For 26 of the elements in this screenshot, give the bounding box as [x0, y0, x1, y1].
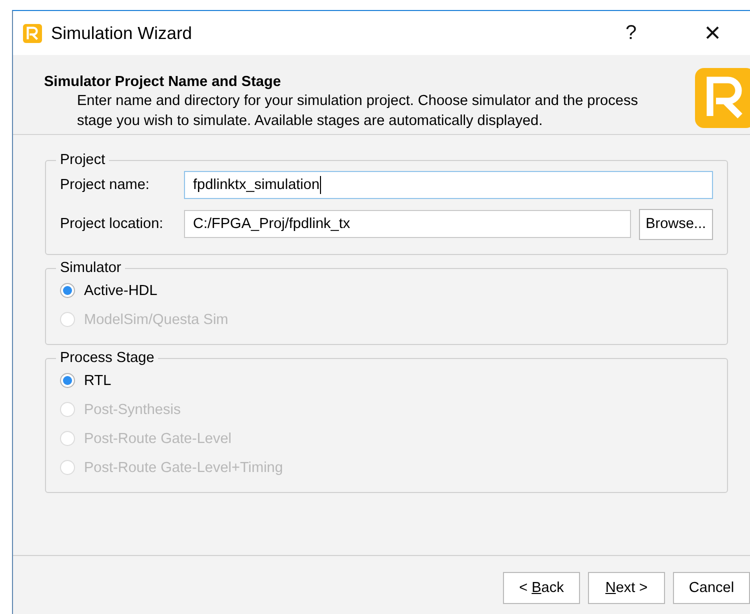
group-title: Simulator — [59, 260, 122, 276]
radio-button[interactable] — [60, 373, 75, 388]
dialog-button[interactable]: Next > — [588, 572, 665, 604]
option-label: ModelSim/Questa Sim — [84, 312, 228, 328]
radio-button[interactable] — [60, 283, 75, 298]
page-description: Enter name and directory for your simulation project. Choose simulator and the process stage you wish to simulate. Available stages are automatically displayed. — [77, 92, 639, 131]
browse-button[interactable]: Browse... — [638, 208, 713, 240]
window-title: Simulation Wizard — [51, 22, 194, 44]
group-title: Project — [59, 152, 106, 168]
brand-logo-icon — [695, 68, 750, 128]
option-label: Post-Synthesis — [84, 402, 181, 418]
option-label: Post-Route Gate-Level — [84, 430, 232, 446]
input-field[interactable]: fpdlinktx_simulation — [184, 171, 713, 199]
dialog-button[interactable]: < Back — [503, 572, 580, 604]
app-logo-icon — [23, 24, 42, 42]
option-label: RTL — [84, 372, 112, 388]
group-title: Process Stage — [59, 350, 156, 366]
close-button[interactable]: × — [675, 11, 750, 55]
help-button[interactable]: ? — [596, 11, 666, 55]
option-label: Post-Route Gate-Level+Timing — [84, 460, 283, 476]
field-label: Project location: — [60, 216, 164, 232]
input-field[interactable]: C:/FPGA_Proj/fpdlink_tx — [184, 210, 631, 238]
option-label: Active-HDL — [84, 282, 158, 298]
page-title: Simulator Project Name and Stage — [44, 74, 282, 90]
dialog-button[interactable]: Cancel — [673, 572, 750, 604]
field-label: Project name: — [60, 177, 150, 193]
